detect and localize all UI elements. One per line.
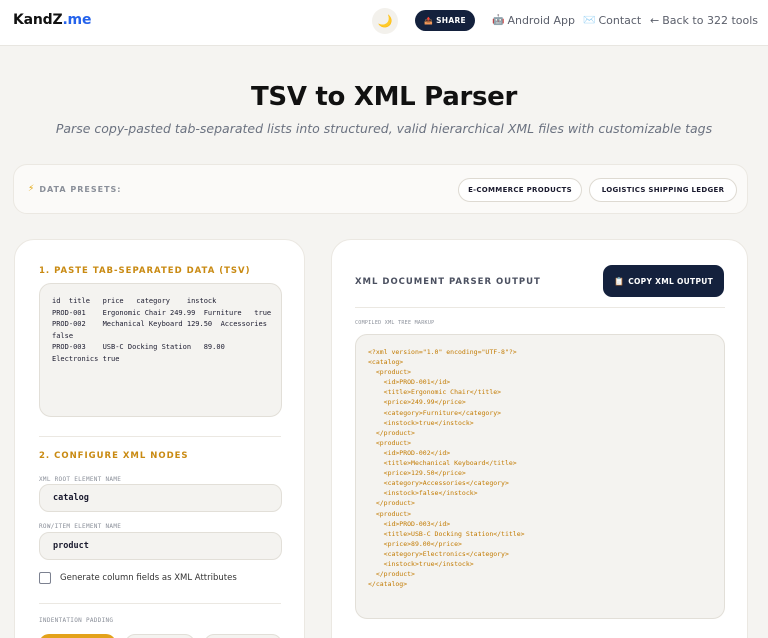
indentation-label: INDENTATION PADDING xyxy=(39,617,114,624)
copy-xml-button[interactable]: 📋 COPY XML OUTPUT xyxy=(603,265,724,297)
input-panel: 1. PASTE TAB-SEPARATED DATA (TSV) id tit… xyxy=(14,239,305,638)
output-panel-title: XML DOCUMENT PARSER OUTPUT xyxy=(355,277,541,287)
android-icon: 🤖 xyxy=(492,15,505,26)
output-panel: XML DOCUMENT PARSER OUTPUT 📋 COPY XML OUT… xyxy=(331,239,748,638)
xml-output-caption: COMPILED XML TREE MARKUP xyxy=(355,320,435,326)
indentation-option[interactable] xyxy=(204,634,282,638)
brand-name: KandZ xyxy=(13,12,63,28)
root-element-input[interactable]: catalog xyxy=(39,484,282,512)
theme-toggle-button[interactable]: 🌙 xyxy=(372,8,398,34)
data-presets-bar: ⚡ DATA PRESETS: E-COMMERCE PRODUCTS LOGIS… xyxy=(13,164,748,214)
copy-xml-label: COPY XML OUTPUT xyxy=(628,276,714,286)
contact-link[interactable]: ✉️ Contact xyxy=(583,14,641,27)
arrow-left-icon: ← xyxy=(650,14,660,27)
presets-label: ⚡ DATA PRESETS: xyxy=(28,184,121,194)
share-button[interactable]: 📤 SHARE xyxy=(415,10,475,31)
page-title: TSV to XML Parser xyxy=(250,82,518,112)
tsv-input-textarea[interactable]: id title price category instock PROD-001… xyxy=(39,283,282,417)
brand-logo[interactable]: KandZ.me xyxy=(13,12,91,28)
lightning-icon: ⚡ xyxy=(28,184,36,194)
preset-logistics-button[interactable]: LOGISTICS SHIPPING LEDGER xyxy=(589,178,737,202)
root-element-label: XML ROOT ELEMENT NAME xyxy=(39,476,122,483)
page-subtitle: Parse copy-pasted tab-separated lists in… xyxy=(55,121,713,136)
mail-icon: ✉️ xyxy=(583,15,596,26)
presets-label-text: DATA PRESETS: xyxy=(39,184,122,194)
top-navbar: KandZ.me 🌙 📤 SHARE 🤖 Android App ✉️ Contact… xyxy=(0,0,768,46)
section-divider xyxy=(39,603,281,604)
section-divider xyxy=(39,436,281,437)
configure-xml-heading: 2. CONFIGURE XML NODES xyxy=(39,451,189,461)
row-element-input[interactable]: product xyxy=(39,532,282,560)
brand-suffix: .me xyxy=(62,12,92,28)
back-to-tools-label: Back to 322 tools xyxy=(662,14,759,27)
moon-icon: 🌙 xyxy=(377,14,393,28)
back-to-tools-link[interactable]: ← Back to 322 tools xyxy=(650,14,758,27)
clipboard-icon: 📋 xyxy=(613,276,625,286)
row-element-label: ROW/ITEM ELEMENT NAME xyxy=(39,523,122,530)
contact-label: Contact xyxy=(598,14,642,27)
preset-ecommerce-button[interactable]: E-COMMERCE PRODUCTS xyxy=(458,178,582,202)
attributes-checkbox-label[interactable]: Generate column fields as XML Attributes xyxy=(60,573,237,583)
share-icon: 📤 xyxy=(424,16,434,25)
output-divider xyxy=(355,307,725,308)
share-label: SHARE xyxy=(436,16,466,25)
indentation-option[interactable] xyxy=(125,634,195,638)
android-app-label: Android App xyxy=(507,14,575,27)
android-app-link[interactable]: 🤖 Android App xyxy=(492,14,575,27)
indentation-option-active[interactable] xyxy=(39,634,116,638)
attributes-checkbox[interactable] xyxy=(39,572,51,584)
paste-tsv-heading: 1. PASTE TAB-SEPARATED DATA (TSV) xyxy=(39,266,251,276)
xml-output-code[interactable]: <?xml version="1.0" encoding="UTF-8"?> <… xyxy=(355,334,725,619)
